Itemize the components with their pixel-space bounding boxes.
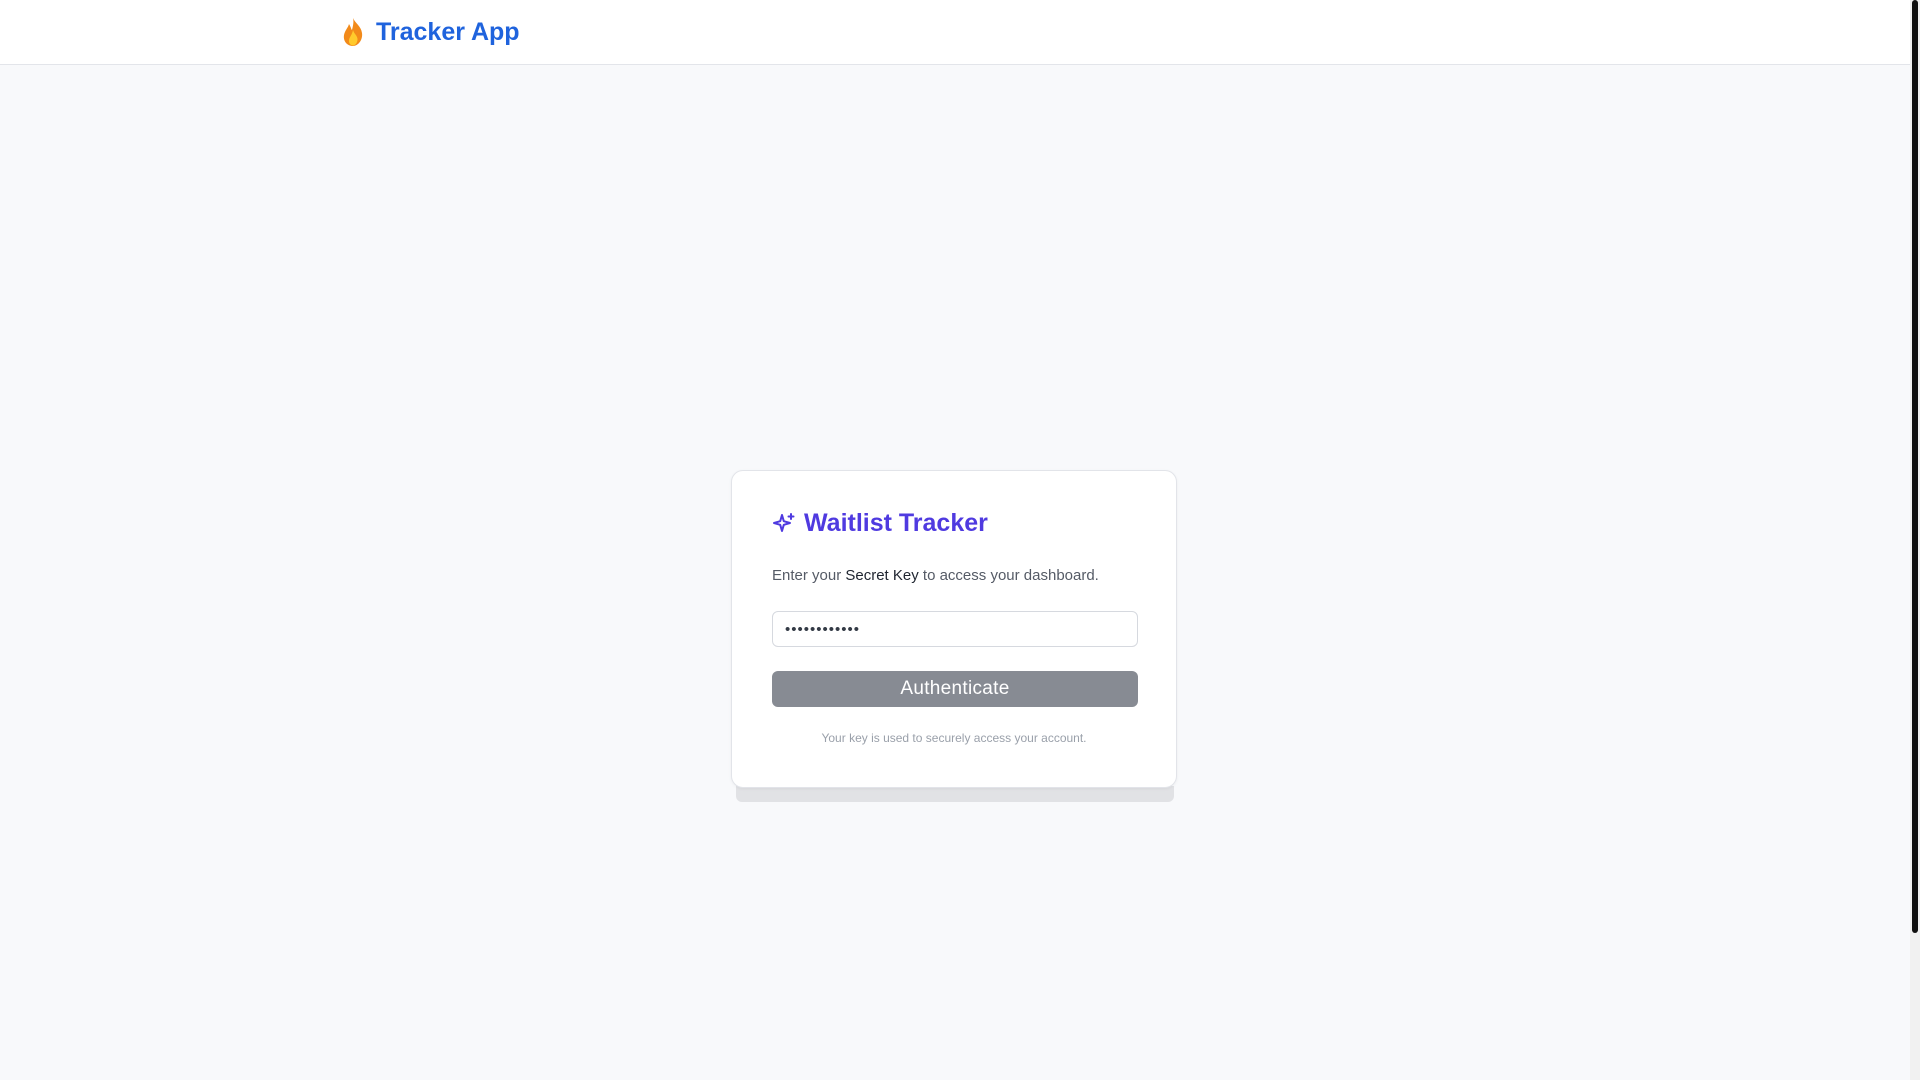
card-description: Enter your Secret Key to access your das… (772, 567, 1099, 584)
brand-link[interactable]: Tracker App (340, 14, 520, 50)
description-prefix: Enter your (772, 567, 846, 584)
description-suffix: to access your dashboard. (918, 567, 1099, 584)
card-shadow (736, 786, 1174, 802)
authenticate-button[interactable]: Authenticate (772, 671, 1138, 707)
page-scrollbar[interactable] (1910, 0, 1920, 1080)
card-footnote: Your key is used to securely access your… (821, 731, 1087, 745)
login-card: Waitlist Tracker Enter your Secret Key t… (731, 470, 1177, 788)
card-title: Waitlist Tracker (772, 509, 988, 538)
description-emphasis: Secret Key (845, 567, 919, 584)
sparkle-icon (773, 512, 795, 532)
brand-name: Tracker App (376, 17, 520, 46)
fire-icon (343, 18, 363, 46)
card-title-text: Waitlist Tracker (804, 509, 988, 537)
scrollbar-thumb[interactable] (1912, 0, 1918, 933)
top-header: Tracker App (0, 0, 1910, 65)
secret-key-input[interactable] (772, 611, 1138, 647)
